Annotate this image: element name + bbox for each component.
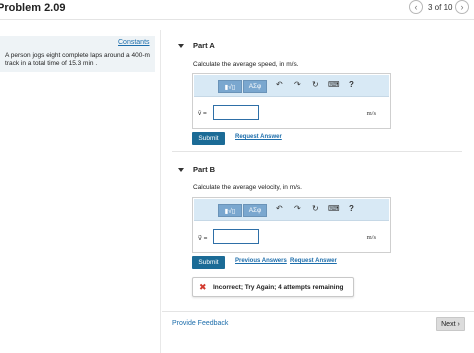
part-a-units: m/s <box>366 110 376 117</box>
templates-icon: ▮√▯ <box>224 83 236 91</box>
part-divider <box>172 151 462 152</box>
footer-divider <box>162 311 474 312</box>
math-toolbar: ▮√▯ ΑΣφ ↶ ↷ ↻ ⌨ ? <box>194 199 389 221</box>
column-divider <box>160 30 161 353</box>
collapse-part-b-icon[interactable] <box>178 168 184 172</box>
part-b-instruction: Calculate the average velocity, in m/s. <box>193 184 302 191</box>
reset-icon[interactable]: ↻ <box>312 80 319 89</box>
problem-statement: A person jogs eight complete laps around… <box>5 52 150 67</box>
math-toolbar: ▮√▯ ΑΣφ ↶ ↷ ↻ ⌨ ? <box>194 75 389 97</box>
part-b-title: Part B <box>193 165 216 174</box>
header-divider <box>0 19 474 20</box>
part-a-request-answer-link[interactable]: Request Answer <box>235 134 282 140</box>
keyboard-icon[interactable]: ⌨ <box>328 80 340 89</box>
redo-icon[interactable]: ↷ <box>294 80 301 89</box>
chevron-left-icon: ‹ <box>414 1 418 12</box>
feedback-message: Incorrect; Try Again; 4 attempts remaini… <box>213 284 344 291</box>
redo-icon[interactable]: ↷ <box>294 204 301 213</box>
next-button[interactable]: Next › <box>436 317 465 331</box>
part-a-title: Part A <box>193 41 215 50</box>
part-a-answer-input[interactable] <box>213 105 259 120</box>
previous-answers-link[interactable]: Previous Answers <box>235 258 287 264</box>
help-icon[interactable]: ? <box>349 204 354 213</box>
undo-icon[interactable]: ↶ <box>276 80 283 89</box>
greek-symbols-button[interactable]: ΑΣφ <box>243 80 267 93</box>
reset-icon[interactable]: ↻ <box>312 204 319 213</box>
part-a-variable-label: v̄ = <box>198 110 207 117</box>
part-b-answer-box: ▮√▯ ΑΣφ ↶ ↷ ↻ ⌨ ? v⃗ = m/s <box>192 197 391 253</box>
next-problem-button[interactable]: › <box>455 0 469 14</box>
constants-link[interactable]: Constants <box>118 39 150 46</box>
part-a-instruction: Calculate the average speed, in m/s. <box>193 61 299 68</box>
part-b-submit-button[interactable]: Submit <box>192 256 225 269</box>
problem-pager: 3 of 10 <box>428 3 453 12</box>
templates-icon: ▮√▯ <box>224 207 236 215</box>
undo-icon[interactable]: ↶ <box>276 204 283 213</box>
part-b-units: m/s <box>366 234 376 241</box>
provide-feedback-link[interactable]: Provide Feedback <box>172 320 228 327</box>
problem-title: Problem 2.09 <box>0 2 66 14</box>
error-x-icon: ✖ <box>199 282 207 292</box>
collapse-part-a-icon[interactable] <box>178 44 184 48</box>
next-label: Next <box>441 320 456 328</box>
keyboard-icon[interactable]: ⌨ <box>328 204 340 213</box>
top-bar: Problem 2.09 ‹ 3 of 10 › <box>0 0 474 18</box>
part-b-request-answer-link[interactable]: Request Answer <box>290 258 337 264</box>
part-a-answer-box: ▮√▯ ΑΣφ ↶ ↷ ↻ ⌨ ? v̄ = m/s <box>192 73 391 129</box>
previous-problem-button[interactable]: ‹ <box>409 0 423 14</box>
help-icon[interactable]: ? <box>349 80 354 89</box>
chevron-right-icon: › <box>457 320 460 328</box>
chevron-right-icon: › <box>460 1 464 12</box>
greek-symbols-button[interactable]: ΑΣφ <box>243 204 267 217</box>
incorrect-feedback-box: ✖ Incorrect; Try Again; 4 attempts remai… <box>192 277 354 297</box>
templates-button[interactable]: ▮√▯ <box>218 80 242 93</box>
templates-button[interactable]: ▮√▯ <box>218 204 242 217</box>
part-a-submit-button[interactable]: Submit <box>192 132 225 145</box>
part-b-variable-label: v⃗ = <box>198 235 208 242</box>
part-b-answer-input[interactable] <box>213 229 259 244</box>
